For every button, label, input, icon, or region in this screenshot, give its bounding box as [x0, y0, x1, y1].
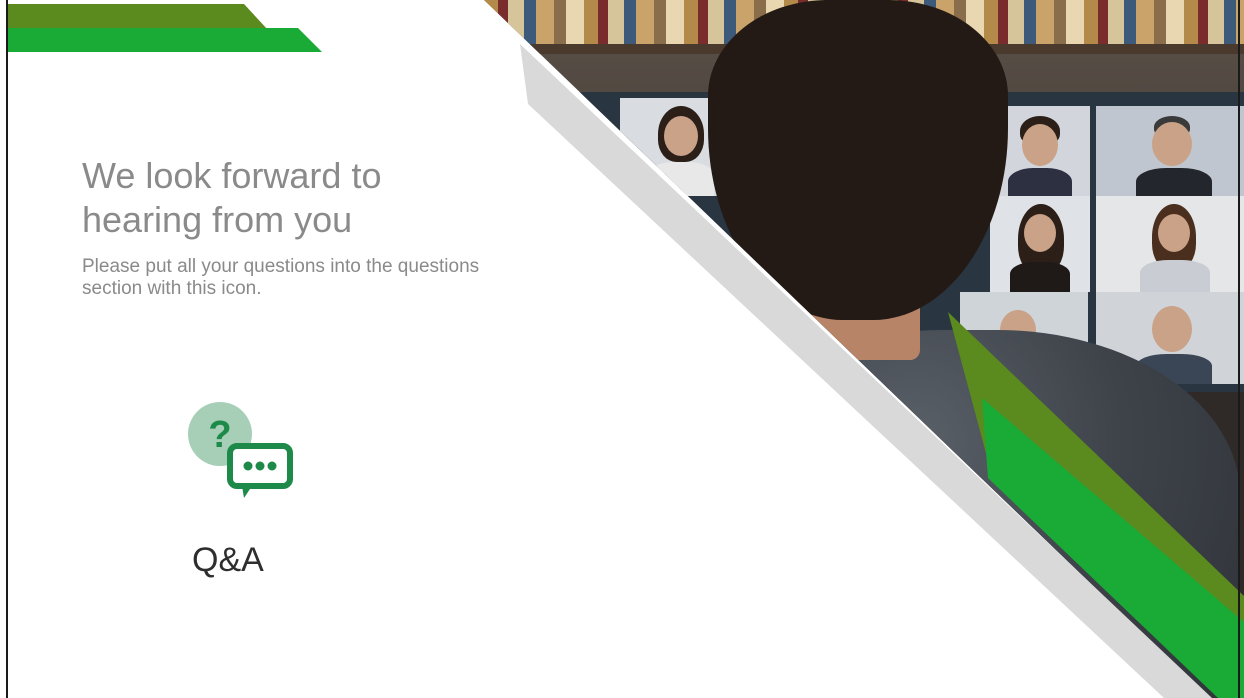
qa-label: Q&A — [192, 541, 264, 579]
slide-title: We look forward to hearing from you — [82, 155, 382, 240]
frame-border-left — [6, 0, 8, 698]
decor-band-green — [8, 28, 322, 52]
slide: We look forward to hearing from you Plea… — [0, 0, 1244, 698]
decor-band-olive — [8, 4, 268, 30]
participant-tile — [1096, 196, 1244, 292]
slide-subtitle: Please put all your questions into the q… — [82, 256, 480, 299]
qa-chat-bubble-icon: ? — [186, 402, 296, 502]
participant-tile — [990, 196, 1090, 292]
participant-tile — [1096, 106, 1244, 202]
frame-border-right — [1238, 0, 1240, 698]
